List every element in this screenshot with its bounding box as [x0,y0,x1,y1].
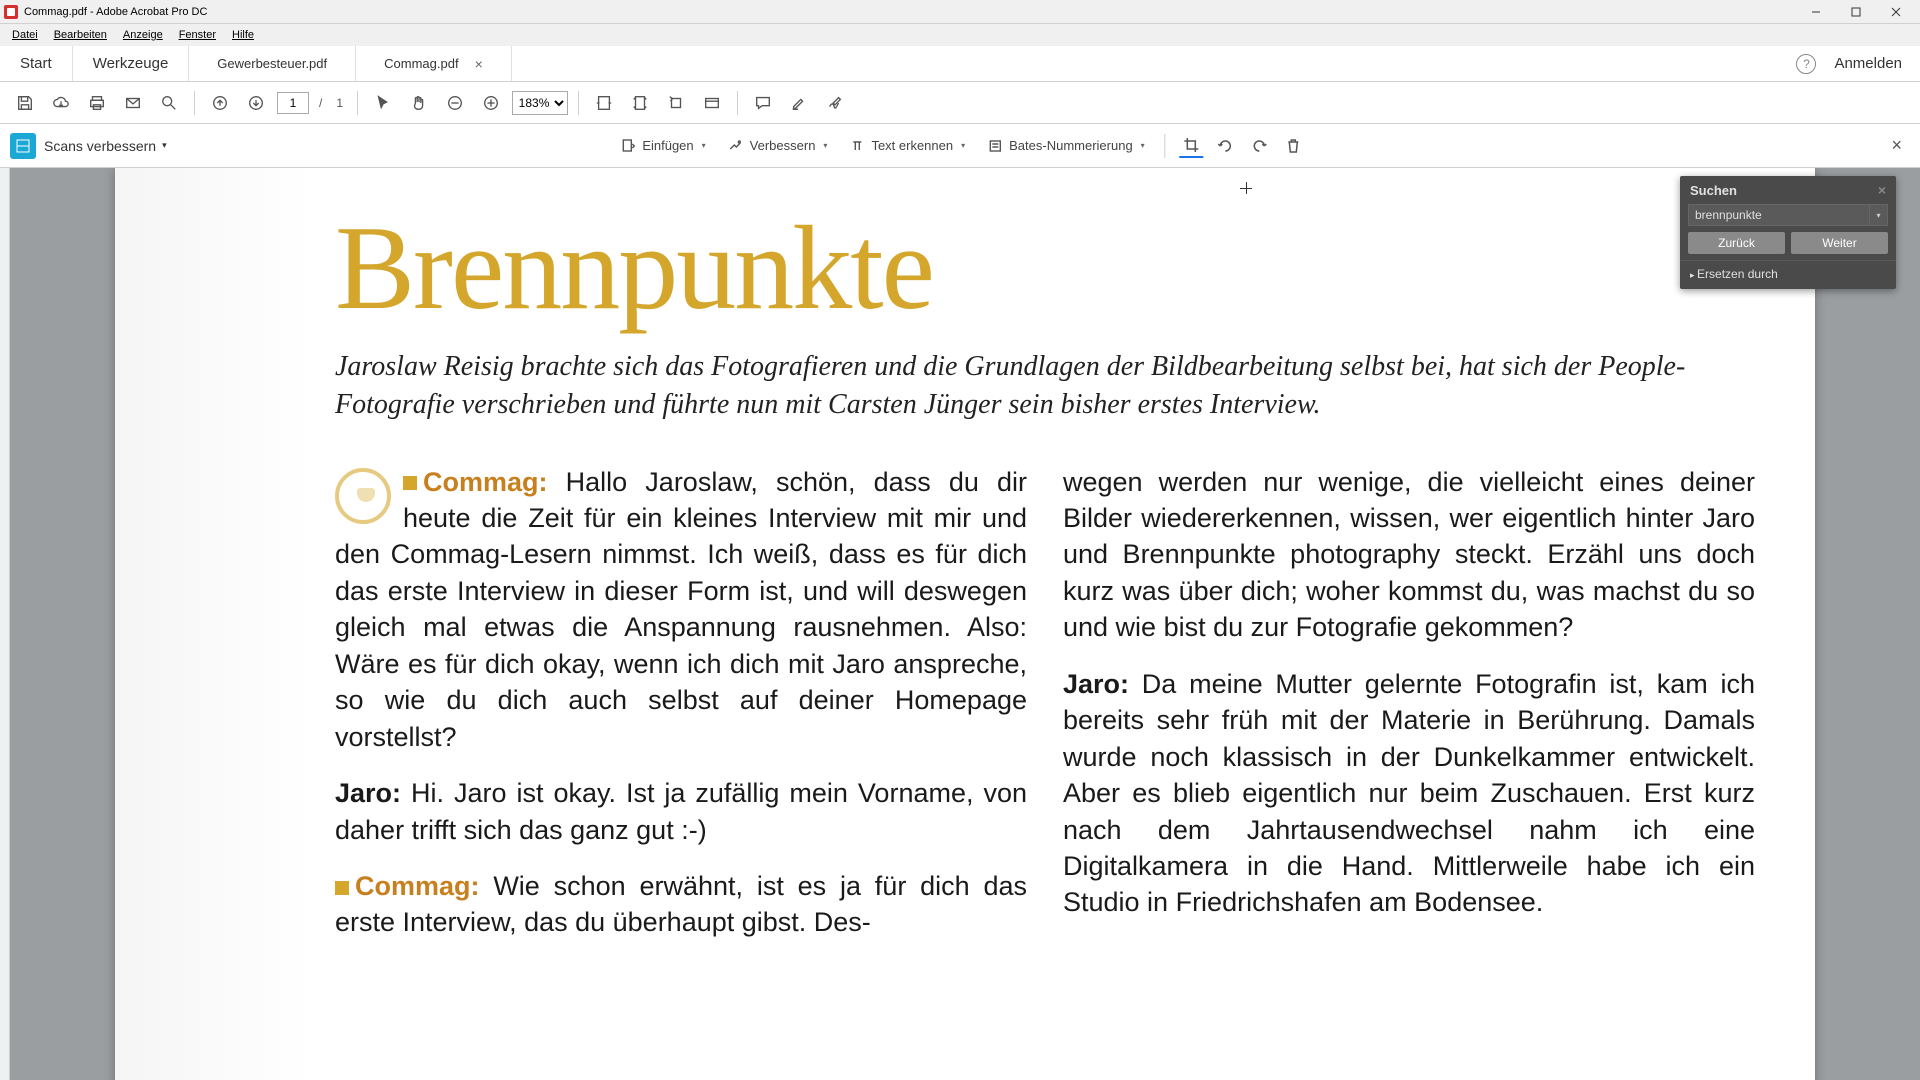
dropcap-icon [335,468,391,524]
tab-label: Gewerbesteuer.pdf [217,56,327,71]
search-input[interactable] [1688,204,1870,226]
sign-icon[interactable] [820,88,850,118]
mode-start[interactable]: Start [0,46,73,81]
separator [357,91,358,115]
menu-edit[interactable]: Bearbeiten [46,27,115,43]
title-bar: Commag.pdf - Adobe Acrobat Pro DC [0,0,1920,24]
viewport[interactable]: Brennpunkte Jaroslaw Reisig brachte sich… [10,168,1920,1080]
page-sep: / [319,96,322,110]
bullet-icon [403,476,417,490]
headline: Brennpunkte [335,208,1755,328]
menu-file[interactable]: Datei [4,27,46,43]
crop-icon[interactable] [1180,134,1204,158]
pdf-page: Brennpunkte Jaroslaw Reisig brachte sich… [115,168,1815,1080]
page-up-icon[interactable] [205,88,235,118]
column-right: wegen werden nur wenige, die vielleicht … [1063,464,1755,961]
rotate-ccw-icon[interactable] [1214,134,1238,158]
search-close-icon[interactable]: × [1878,182,1886,198]
comment-icon[interactable] [748,88,778,118]
mail-icon[interactable] [118,88,148,118]
signin-link[interactable]: Anmelden [1834,55,1902,72]
minimize-button[interactable] [1796,0,1836,24]
fit-width-icon[interactable] [589,88,619,118]
bullet-icon [335,881,349,895]
save-icon[interactable] [10,88,40,118]
speaker-label: Commag: [355,871,480,901]
menu-help[interactable]: Hilfe [224,27,262,43]
speaker-label: Jaro: [335,778,401,808]
speaker-label: Jaro: [1063,669,1129,699]
tab-bar: Start Werkzeuge Gewerbesteuer.pdf Commag… [0,46,1920,82]
zoom-select[interactable]: 183% [512,91,568,115]
body-text: wegen werden nur wenige, die vielleicht … [1063,464,1755,646]
search-title: Suchen [1690,183,1737,198]
menu-view[interactable]: Anzeige [115,27,171,43]
scan-toolbar: Scans verbessern Einfügen Verbessern Tex… [0,124,1920,168]
cloud-icon[interactable] [46,88,76,118]
document-area: Brennpunkte Jaroslaw Reisig brachte sich… [0,168,1920,1080]
tab-commag[interactable]: Commag.pdf × [356,46,512,81]
menu-window[interactable]: Fenster [171,27,224,43]
tab-close-icon[interactable]: × [475,56,483,72]
recognize-button[interactable]: Text erkennen [843,134,971,158]
main-toolbar: / 1 183% [0,82,1920,124]
maximize-button[interactable] [1836,0,1876,24]
enhance-button[interactable]: Verbessern [722,134,834,158]
search-back-button[interactable]: Zurück [1688,232,1785,254]
fit-page-icon[interactable] [625,88,655,118]
page-input[interactable] [277,92,309,114]
insert-button[interactable]: Einfügen [614,134,711,158]
close-button[interactable] [1876,0,1916,24]
scan-tool-title[interactable]: Scans verbessern [44,138,167,154]
separator [1165,134,1166,158]
help-icon[interactable]: ? [1796,54,1816,74]
tab-label: Commag.pdf [384,56,458,71]
app-icon [4,5,18,19]
body-text: Hi. Jaro ist okay. Ist ja zufällig mein … [335,778,1027,844]
separator [737,91,738,115]
read-mode-icon[interactable] [697,88,727,118]
pointer-icon[interactable] [368,88,398,118]
search-icon[interactable] [154,88,184,118]
intro-text: Jaroslaw Reisig brachte sich das Fotogra… [335,348,1755,424]
delete-icon[interactable] [1282,134,1306,158]
page-gutter [115,168,310,1080]
page-total: 1 [336,96,343,110]
window-title: Commag.pdf - Adobe Acrobat Pro DC [24,6,1796,18]
separator [578,91,579,115]
hand-icon[interactable] [404,88,434,118]
replace-toggle[interactable]: Ersetzen durch [1680,260,1896,289]
mode-tools[interactable]: Werkzeuge [73,46,190,81]
rotate-icon[interactable] [661,88,691,118]
scan-tool-icon [10,133,36,159]
zoom-in-icon[interactable] [476,88,506,118]
body-text: Da meine Mutter gelernte Fotografin ist,… [1063,669,1755,918]
rotate-cw-icon[interactable] [1248,134,1272,158]
menu-bar: Datei Bearbeiten Anzeige Fenster Hilfe [0,24,1920,46]
highlight-icon[interactable] [784,88,814,118]
close-panel-icon[interactable]: × [1883,131,1910,160]
speaker-label: Commag: [423,467,548,497]
body-text: Hallo Jaroslaw, schön, dass du dir heute… [335,467,1027,752]
search-dropdown-icon[interactable]: ▾ [1870,204,1888,226]
tab-gewerbesteuer[interactable]: Gewerbesteuer.pdf [189,46,356,81]
left-rail[interactable] [0,168,10,1080]
column-left: Commag: Hallo Jaroslaw, schön, dass du d… [335,464,1027,961]
page-down-icon[interactable] [241,88,271,118]
zoom-out-icon[interactable] [440,88,470,118]
search-next-button[interactable]: Weiter [1791,232,1888,254]
bates-button[interactable]: Bates-Nummerierung [981,134,1151,158]
print-icon[interactable] [82,88,112,118]
separator [194,91,195,115]
search-panel: Suchen × ▾ Zurück Weiter Ersetzen durch [1680,176,1896,289]
